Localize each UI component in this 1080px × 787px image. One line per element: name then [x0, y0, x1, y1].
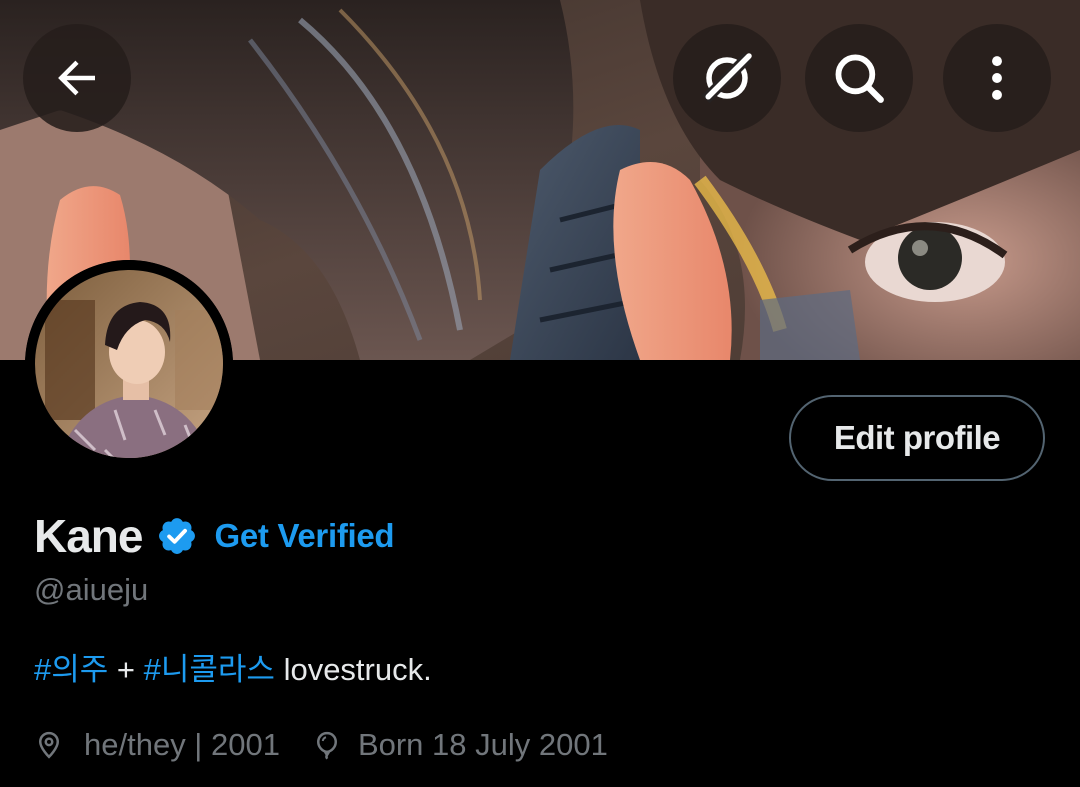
bio-text: lovestruck.	[274, 652, 432, 687]
birthday-text: Born 18 July 2001	[357, 727, 608, 762]
vertical-dots-icon	[992, 56, 1002, 100]
bio-hashtag-2[interactable]: #니콜라스	[144, 652, 275, 687]
search-icon	[835, 54, 884, 103]
verified-badge-icon[interactable]	[156, 515, 198, 557]
bio-hashtag-1[interactable]: #의주	[34, 652, 108, 687]
search-button[interactable]	[805, 24, 913, 132]
profile-bio: #의주 + #니콜라스 lovestruck.	[34, 644, 432, 689]
edit-profile-button[interactable]: Edit profile	[789, 395, 1045, 481]
bio-separator: +	[108, 652, 144, 687]
profile-page: Edit profile Kane Get Verified @aiueju #…	[0, 0, 1080, 787]
back-button[interactable]	[23, 24, 131, 132]
avatar-photo	[25, 260, 233, 468]
profile-meta-row: he/they | 2001 Born 18 July 2001	[34, 724, 608, 766]
name-row: Kane Get Verified	[34, 508, 395, 564]
user-handle: @aiueju	[34, 572, 149, 607]
grok-button[interactable]	[673, 24, 781, 132]
location-text: he/they | 2001	[84, 727, 280, 762]
arrow-left-icon	[58, 60, 95, 96]
location-pin-icon	[38, 731, 60, 759]
grok-icon	[701, 52, 753, 104]
more-options-button[interactable]	[943, 24, 1051, 132]
balloon-icon	[316, 731, 337, 760]
avatar[interactable]	[25, 260, 233, 468]
get-verified-link[interactable]: Get Verified	[214, 517, 394, 555]
display-name: Kane	[34, 510, 143, 562]
